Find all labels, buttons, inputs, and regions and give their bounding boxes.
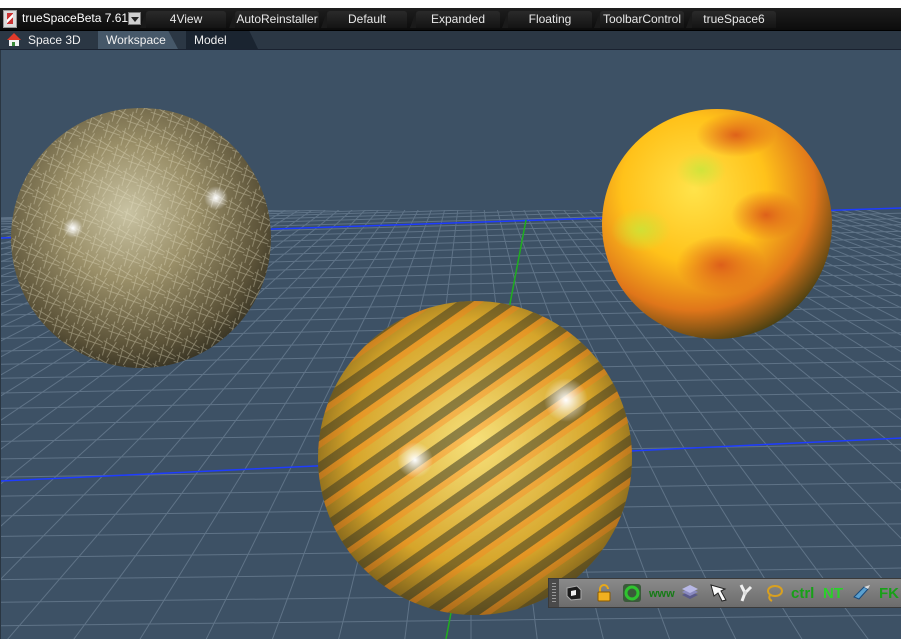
view-tab-bar: Space 3D Workspace Model [0,31,901,50]
bone-icon[interactable] [735,582,757,604]
nt-button[interactable]: NT [823,584,843,604]
www-button[interactable]: www [649,584,675,604]
grid-line-horizontal [1,614,901,627]
fire-sphere[interactable] [602,109,832,339]
ctrl-button[interactable]: ctrl [791,584,814,604]
floating-toolbar: www ctrl NT FK [548,578,901,608]
striped-sphere[interactable] [318,301,632,615]
layout-tab-truespace6[interactable]: trueSpace6 [686,11,776,28]
layers-icon[interactable] [679,582,701,604]
3d-viewport[interactable] [0,50,901,639]
tab-workspace[interactable]: Workspace [98,31,178,49]
layout-tab-4view[interactable]: 4View [140,11,226,28]
green-circle-icon[interactable] [621,582,643,604]
layout-tab-default[interactable]: Default [321,11,407,28]
paint-tool-icon[interactable] [851,582,873,604]
dark-cube-icon[interactable] [563,582,585,604]
cursor-icon[interactable] [707,582,729,604]
layout-tab-expanded[interactable]: Expanded [410,11,500,28]
padlock-icon[interactable] [593,582,615,604]
app-title: trueSpaceBeta 7.61 [22,11,129,25]
grass-sphere[interactable] [11,108,271,368]
space-3d-label[interactable]: Space 3D [28,33,81,47]
layout-toolbar: trueSpaceBeta 7.61 4View AutoReinstaller… [0,8,901,31]
home-icon[interactable] [7,33,21,47]
viewport-scene [1,108,901,639]
top-strip [0,0,901,8]
layout-tab-autoreinstaller[interactable]: AutoReinstaller [229,11,319,28]
truespace-logo-icon [3,10,17,28]
lasso-icon[interactable] [763,582,785,604]
tab-model[interactable]: Model [186,31,258,49]
toolbar-grip-handle[interactable] [549,579,559,607]
layout-tab-floating[interactable]: Floating [502,11,592,28]
layout-tab-toolbarcontrol[interactable]: ToolbarControl [594,11,684,28]
fk-button[interactable]: FK [879,584,899,604]
